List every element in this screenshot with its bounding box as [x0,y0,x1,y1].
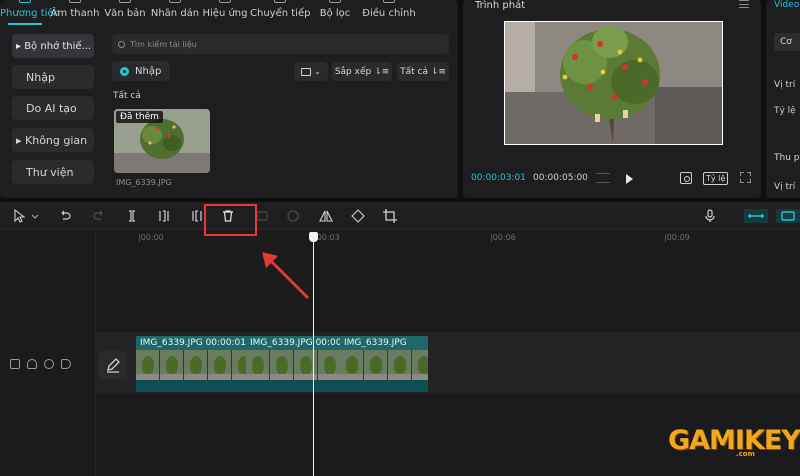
search-icon [118,40,125,48]
grid-view-icon [301,67,312,76]
crop-icon[interactable] [383,209,397,223]
clip-frames [246,350,340,380]
select-cursor-icon[interactable] [12,209,26,223]
sticker-icon [169,0,181,3]
timeline-toolbar [0,202,800,230]
tab-transitions[interactable]: Chuyển tiếp [250,0,310,24]
effects-icon [219,0,231,3]
tab-video[interactable]: Video [774,0,799,10]
reverse-icon[interactable] [286,209,300,223]
trim-right-icon[interactable] [190,209,204,223]
menu-icon[interactable] [739,0,749,8]
fullscreen-icon[interactable] [739,171,752,184]
focus-icon[interactable] [680,172,692,184]
watermark-domain: .com [736,450,755,458]
clip-frames [136,350,246,380]
tab-text[interactable]: Văn bản [100,0,150,24]
tab-stickers[interactable]: Nhãn dán [150,0,200,24]
watermark-logo: GAMIKEY [668,425,800,456]
import-icon [120,66,129,76]
mirror-icon[interactable] [319,209,333,223]
main-track-magnet-toggle[interactable] [744,209,768,223]
filter-button[interactable]: Tất cả ⇂≡ [397,62,449,81]
tab-adjust[interactable]: Điều chỉnh [360,0,418,24]
playhead-handle[interactable] [309,232,318,242]
freeze-icon[interactable] [255,209,269,223]
added-badge: Đã thêm [116,111,163,123]
auto-snap-toggle[interactable] [776,209,800,223]
edit-cover-button[interactable] [99,351,127,379]
view-mode-dropdown[interactable]: ⌄ [294,62,328,81]
filter-icon [329,0,341,3]
aspect-ratio-button[interactable]: Tỷ lệ [703,172,729,185]
chevron-down-icon: ⌄ [314,67,321,76]
player-title: Trình phát [475,0,526,11]
prop-zoom: Thu p [774,153,800,163]
tab-effects[interactable]: Hiệu ứng [200,0,250,24]
ruler-tick-label: |00:06 [490,233,516,242]
side-item-local-storage[interactable]: ▸ Bộ nhớ thiế... [12,34,94,58]
search-placeholder: Tìm kiếm tài liệu [130,39,197,49]
prop-position: Vị trí [774,182,796,192]
media-icon [19,0,31,3]
annotation-arrow [262,252,310,300]
timeline-clip[interactable]: IMG_6339.JPG [340,336,428,392]
tab-media[interactable]: Phương tiện [0,0,60,25]
media-thumbnail[interactable]: Đã thêm [114,109,210,173]
tab-filters[interactable]: Bộ lọc [310,0,360,24]
sort-button[interactable]: Sắp xếp ⇂≡ [332,62,392,81]
side-item-library[interactable]: Thư viện [12,160,94,184]
video-preview[interactable] [504,21,723,145]
section-title: Tất cả [113,91,141,101]
text-icon [119,0,131,3]
track-controls [10,359,71,369]
clip-label: IMG_6339.JPG 00:00:01 [136,336,246,350]
rotate-icon[interactable] [351,209,365,223]
prop-position-title: Vị trí [774,80,796,90]
player-controls: 00:00:03:01 00:00:05:00 Tỷ lệ [463,170,761,188]
waveform-icon[interactable] [596,173,610,183]
ruler-tick-label: |00:00 [138,233,164,242]
lock-icon[interactable] [27,359,37,369]
side-item-import[interactable]: Nhập [12,65,94,89]
split-icon[interactable] [125,209,139,223]
pencil-icon [107,358,120,373]
side-item-ai-generated[interactable]: Do AI tạo [12,96,94,120]
track-header-column [0,231,96,476]
track-type-icon[interactable] [10,359,20,369]
adjust-icon [383,0,395,3]
clip-label: IMG_6339.JPG 00:00:0 [246,336,340,350]
current-time: 00:00:03:01 [471,173,526,183]
redo-icon[interactable] [92,209,106,223]
search-input[interactable]: Tìm kiếm tài liệu [112,34,449,54]
side-item-space[interactable]: ▸ Không gian [12,128,94,152]
play-button[interactable] [626,174,633,184]
tab-audio[interactable]: Âm thanh [50,0,100,24]
audio-icon [69,0,81,3]
undo-icon[interactable] [58,209,72,223]
microphone-icon[interactable] [703,209,717,223]
ruler-tick-label: |00:09 [664,233,690,242]
preview-image [505,22,722,144]
transition-icon [274,0,286,3]
total-duration: 00:00:05:00 [533,173,588,183]
media-filename: IMG_6339.JPG [116,178,172,187]
prop-scale: Tỷ lệ [774,106,796,116]
properties-panel: Video Cơ Vị trí Tỷ lệ Thu p Vị trí [766,0,800,198]
import-button[interactable]: Nhập [112,61,170,81]
timeline-clip-selected[interactable]: IMG_6339.JPG 00:00:0 [246,336,340,392]
category-tabs: Phương tiện Âm thanh Văn bản Nhãn dán Hi… [0,0,458,25]
time-ruler[interactable]: |00:00 |00:03 |00:06 |00:09 [96,231,800,245]
clip-frames [340,350,428,380]
speaker-icon[interactable] [61,359,71,369]
timeline-clip[interactable]: IMG_6339.JPG 00:00:01 [136,336,246,392]
player-panel: Trình phát 00:00:03:01 00:00:05:00 Tỷ lệ [463,0,761,198]
import-label: Nhập [135,65,162,77]
trim-left-icon[interactable] [157,209,171,223]
basic-button[interactable]: Cơ [774,33,800,51]
chevron-down-icon[interactable] [30,209,40,223]
clip-label: IMG_6339.JPG [340,336,428,350]
media-panel: Phương tiện Âm thanh Văn bản Nhãn dán Hi… [0,0,458,198]
eye-icon[interactable] [44,359,54,369]
